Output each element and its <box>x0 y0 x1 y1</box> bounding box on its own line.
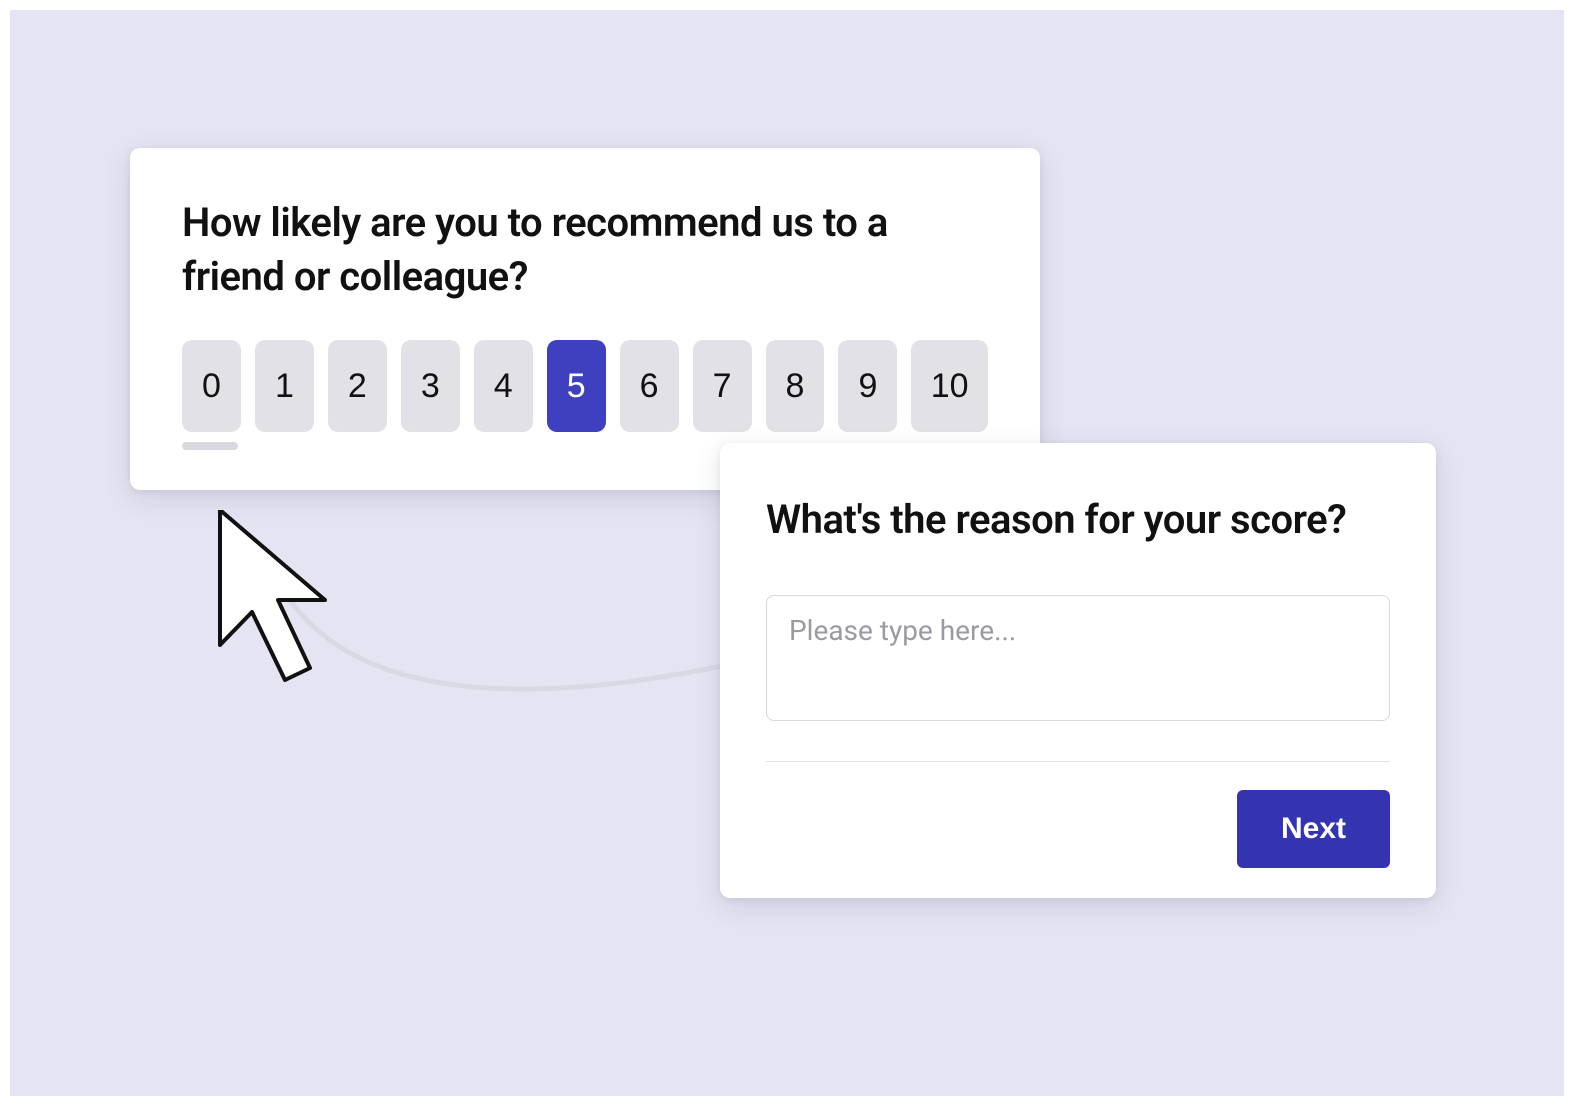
reason-card: What's the reason for your score? Next <box>720 443 1436 898</box>
next-button[interactable]: Next <box>1237 790 1390 868</box>
scale-low-indicator <box>182 442 238 450</box>
reason-card-footer: Next <box>766 761 1390 898</box>
nps-card: How likely are you to recommend us to a … <box>130 148 1040 490</box>
score-button-0[interactable]: 0 <box>182 340 241 432</box>
score-button-8[interactable]: 8 <box>766 340 825 432</box>
nps-question: How likely are you to recommend us to a … <box>182 196 988 304</box>
score-button-2[interactable]: 2 <box>328 340 387 432</box>
score-button-6[interactable]: 6 <box>620 340 679 432</box>
survey-canvas: How likely are you to recommend us to a … <box>10 10 1564 1096</box>
cursor-arrow-icon <box>210 510 360 710</box>
score-button-1[interactable]: 1 <box>255 340 314 432</box>
score-button-10[interactable]: 10 <box>911 340 988 432</box>
score-button-4[interactable]: 4 <box>474 340 533 432</box>
score-button-5[interactable]: 5 <box>547 340 606 432</box>
score-button-9[interactable]: 9 <box>838 340 897 432</box>
reason-input[interactable] <box>766 595 1390 721</box>
score-button-7[interactable]: 7 <box>693 340 752 432</box>
reason-question: What's the reason for your score? <box>766 493 1390 547</box>
nps-score-row: 0 1 2 3 4 5 6 7 8 9 10 <box>182 340 988 432</box>
score-button-3[interactable]: 3 <box>401 340 460 432</box>
connector-line-icon <box>270 580 770 780</box>
